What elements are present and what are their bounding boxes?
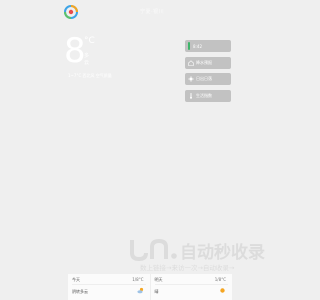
green-bar-icon	[188, 42, 190, 50]
current-temperature: 8	[64, 31, 86, 71]
current-weather: 8 °C 多云	[64, 31, 95, 71]
watermark-text: 自动秒收录	[180, 243, 265, 263]
precipitation-label: 降水预报	[196, 59, 212, 65]
cloud-sun-icon	[136, 287, 143, 294]
forecast-panel: 今天 1/8°C 阴转多云 明天 1/8°C 晴	[68, 274, 232, 300]
forecast-divider	[72, 284, 146, 285]
watermark-logo-icon	[130, 238, 177, 262]
city-selector[interactable]: 宁夏·银川	[140, 8, 164, 15]
precipitation-button[interactable]: 降水预报	[185, 56, 231, 69]
time-button[interactable]: 8:42	[185, 40, 231, 52]
life-index-label: 生活指数	[196, 92, 212, 98]
time-label: 8:42	[193, 43, 202, 49]
forecast-condition: 晴	[154, 289, 159, 294]
sunrise-button[interactable]: 日出日落	[185, 73, 231, 85]
watermark-subtext: 数上链接→来访一次→自动收录→	[140, 264, 235, 272]
sunrise-label: 日出日落	[196, 76, 212, 81]
forecast-temp: 1/8°C	[132, 277, 144, 282]
forecast-divider	[154, 284, 228, 285]
forecast-temp: 1/8°C	[214, 277, 226, 282]
sun-icon	[220, 288, 225, 293]
forecast-today[interactable]: 今天 1/8°C 阴转多云	[68, 274, 150, 300]
forecast-day: 明天	[154, 277, 163, 282]
temperature-unit: °C	[84, 36, 95, 46]
sun-icon	[188, 76, 194, 82]
house-icon	[188, 59, 194, 66]
forecast-day: 今天	[72, 277, 80, 282]
forecast-tomorrow[interactable]: 明天 1/8°C 晴	[149, 274, 233, 300]
thermometer-icon	[190, 92, 192, 99]
watermark: 自动秒收录 数上链接→来访一次→自动收录→	[128, 238, 280, 274]
current-details: 1~7°C 西北风 空气质量	[68, 73, 112, 78]
app-logo-icon	[64, 5, 78, 19]
life-index-button[interactable]: 生活指数	[185, 89, 231, 102]
side-buttons: 8:42 降水预报 日出日落 生活指数	[185, 40, 231, 106]
forecast-condition: 阴转多云	[72, 289, 88, 294]
current-condition: 多云	[84, 53, 90, 66]
